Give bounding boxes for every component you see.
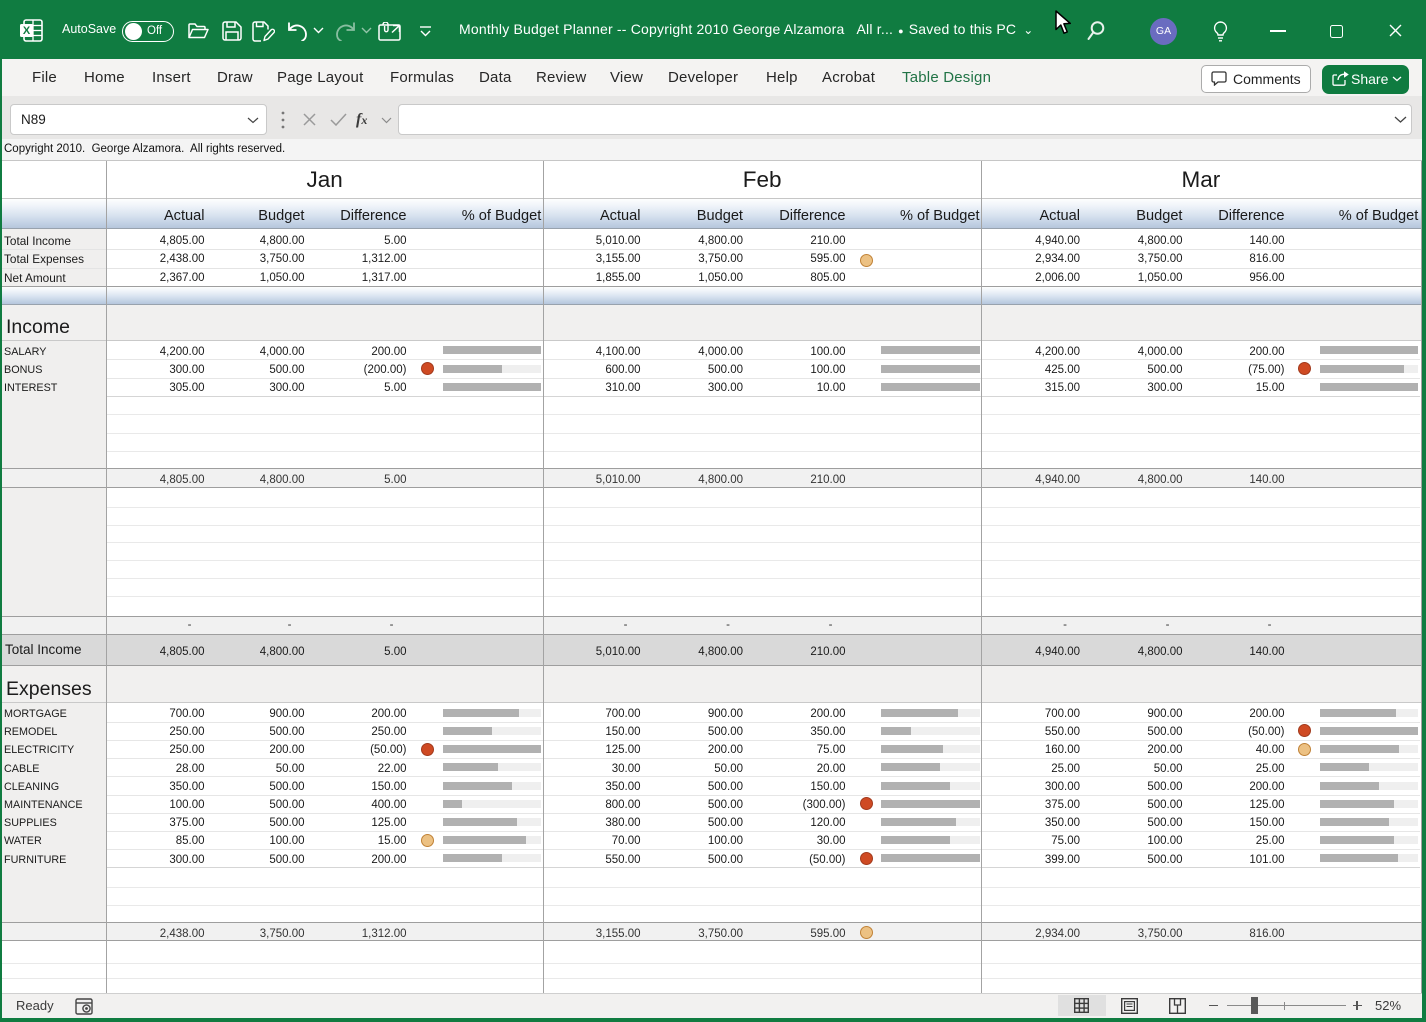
svg-text:X: X	[23, 25, 31, 37]
